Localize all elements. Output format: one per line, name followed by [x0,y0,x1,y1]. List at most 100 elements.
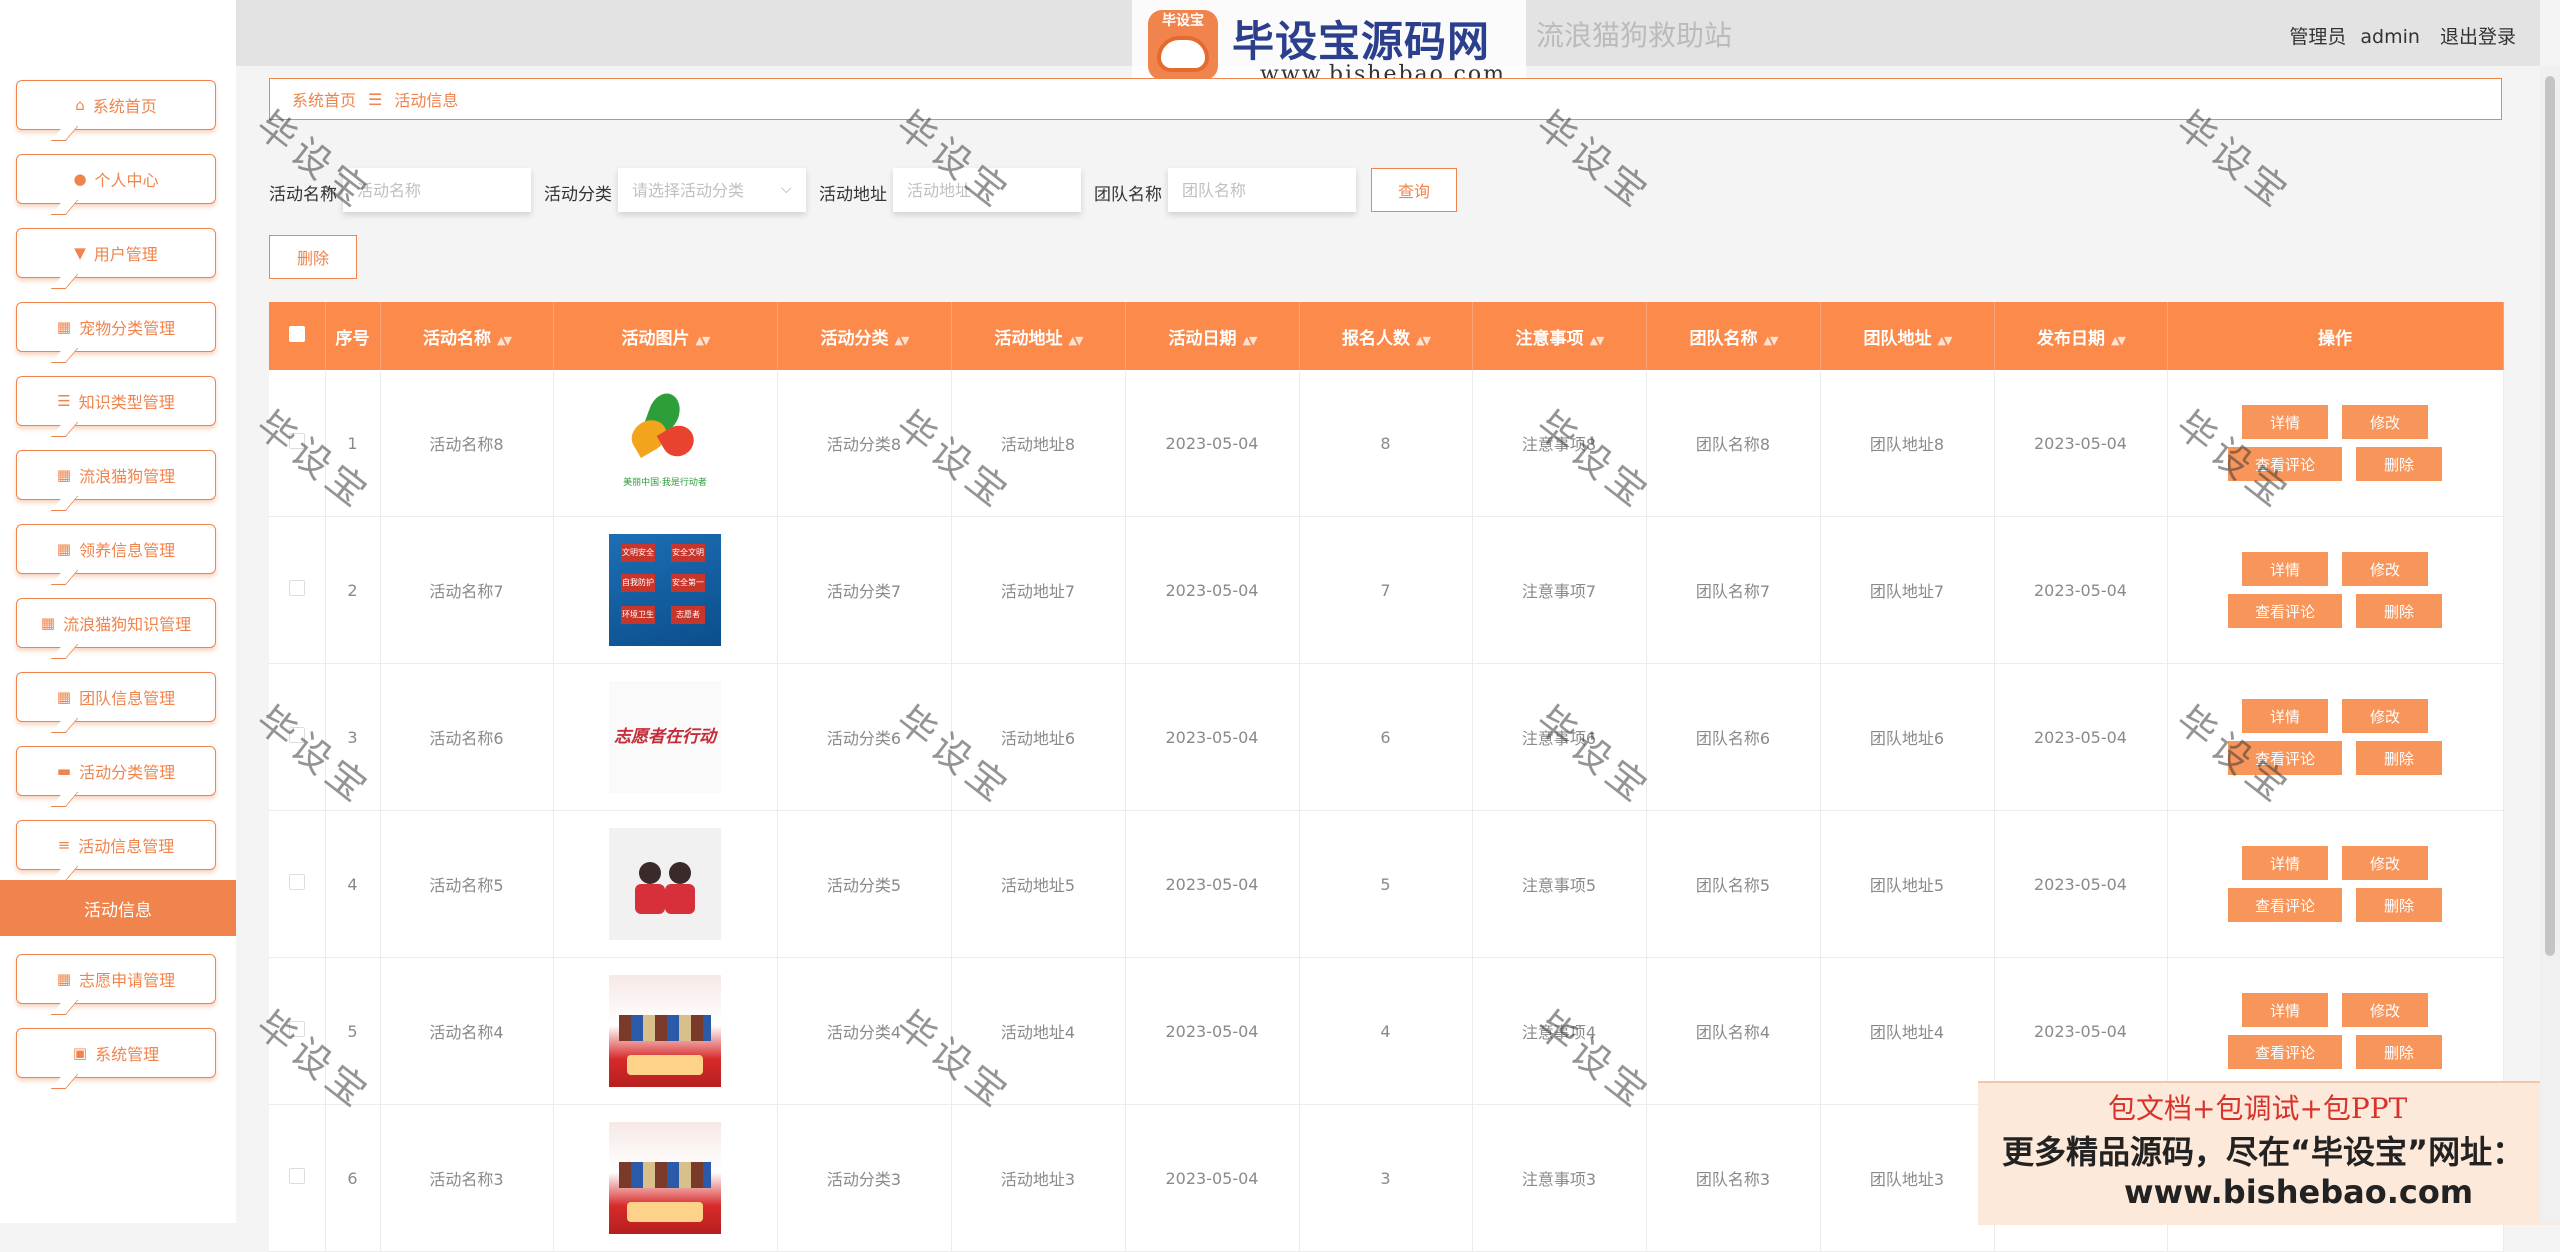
column-header-2[interactable]: 活动图片 ▲▼ [553,302,778,370]
sidebar-item-2[interactable]: ▼ 用户管理 [16,228,216,278]
sidebar-item-9[interactable]: ▬ 活动分类管理 [16,746,216,796]
delete-button[interactable]: 删除 [2356,741,2442,775]
sidebar-item-label: 系统管理 [95,1045,160,1064]
delete-button[interactable]: 删除 [2356,594,2442,628]
delete-button[interactable]: 删除 [2356,888,2442,922]
comments-button[interactable]: 查看评论 [2228,447,2342,481]
logout-link[interactable]: 退出登录 [2440,26,2516,48]
query-button[interactable]: 查询 [1371,168,1457,212]
sort-caret-icon[interactable]: ▲▼ [1243,334,1258,347]
cell-category: 活动分类4 [777,957,952,1105]
column-header-3[interactable]: 活动分类 ▲▼ [777,302,952,370]
row-checkbox[interactable] [288,727,305,743]
logo-badge-icon: 毕设宝 [1148,10,1218,80]
edit-button[interactable]: 修改 [2342,699,2428,733]
sidebar-item-11[interactable]: ▦ 志愿申请管理 [16,954,216,1004]
sort-caret-icon[interactable]: ▲▼ [1590,334,1605,347]
activity-category-select[interactable] [618,168,806,212]
delete-button[interactable]: 删除 [2356,447,2442,481]
cell-image [553,957,778,1105]
sidebar-item-3[interactable]: ▦ 宠物分类管理 [16,302,216,352]
row-checkbox[interactable] [288,433,305,449]
cell-name: 活动名称4 [380,957,554,1105]
comments-button[interactable]: 查看评论 [2228,1035,2342,1069]
sort-caret-icon[interactable]: ▲▼ [497,334,512,347]
cell-count: 6 [1299,663,1473,811]
sidebar-item-10[interactable]: ≡ 活动信息管理 [16,820,216,870]
column-header-6[interactable]: 报名人数 ▲▼ [1299,302,1473,370]
sort-caret-icon[interactable]: ▲▼ [2111,334,2126,347]
edit-button[interactable]: 修改 [2342,552,2428,586]
row-checkbox[interactable] [288,580,305,596]
sort-caret-icon[interactable]: ▲▼ [1938,334,1953,347]
scrollbar-thumb[interactable] [2545,76,2555,956]
column-header-5[interactable]: 活动日期 ▲▼ [1125,302,1300,370]
sidebar-item-1[interactable]: ● 个人中心 [16,154,216,204]
column-header-7[interactable]: 注意事项 ▲▼ [1472,302,1647,370]
row-checkbox[interactable] [288,1021,305,1037]
activity-name-input[interactable] [343,168,531,212]
sidebar-item-label: 团队信息管理 [79,689,176,708]
sort-caret-icon[interactable]: ▲▼ [696,334,711,347]
page-scrollbar[interactable] [2540,66,2560,1223]
detail-button[interactable]: 详情 [2242,552,2328,586]
cell-notes: 注意事项6 [1472,663,1647,811]
column-header-1[interactable]: 活动名称 ▲▼ [380,302,554,370]
sidebar-item-5[interactable]: ▦ 流浪猫狗管理 [16,450,216,500]
row-checkbox[interactable] [288,874,305,890]
cell-date: 2023-05-04 [1125,957,1300,1105]
column-header-10[interactable]: 发布日期 ▲▼ [1994,302,2168,370]
sort-caret-icon[interactable]: ▲▼ [895,334,910,347]
monitor-icon: ▬ [56,762,72,780]
column-header-11: 操作 [2167,302,2504,370]
cell-no: 3 [325,663,381,811]
sidebar-item-6[interactable]: ▦ 领养信息管理 [16,524,216,574]
activity-address-input[interactable] [893,168,1081,212]
row-actions: 详情修改查看评论删除 [2210,552,2460,628]
sidebar-item-0[interactable]: ⌂ 系统首页 [16,80,216,130]
column-header-9[interactable]: 团队地址 ▲▼ [1820,302,1995,370]
edit-button[interactable]: 修改 [2342,405,2428,439]
cell-address: 活动地址5 [951,810,1126,958]
header-select-all [269,302,326,370]
detail-button[interactable]: 详情 [2242,993,2328,1027]
sidebar-item-12[interactable]: ▣ 系统管理 [16,1028,216,1078]
activity-address-label: 活动地址 [819,185,887,205]
sort-caret-icon[interactable]: ▲▼ [1069,334,1084,347]
cell-team: 团队名称5 [1646,810,1821,958]
team-name-input[interactable] [1168,168,1356,212]
user-icon: ● [73,170,87,188]
row-select-cell [269,370,326,517]
sidebar-item-label: 活动信息管理 [78,837,175,856]
column-header-4[interactable]: 活动地址 ▲▼ [951,302,1126,370]
cell-name: 活动名称7 [380,516,554,664]
table-header-row: 序号 活动名称 ▲▼ 活动图片 ▲▼ 活动分类 ▲▼ 活动地址 ▲▼ 活动日期 ▲▼ 报名人数 ▲▼ 注意… [269,302,2504,370]
sidebar-item-4[interactable]: ☰ 知识类型管理 [16,376,216,426]
detail-button[interactable]: 详情 [2242,405,2328,439]
row-checkbox[interactable] [288,1168,305,1184]
sort-caret-icon[interactable]: ▲▼ [1764,334,1779,347]
detail-button[interactable]: 详情 [2242,846,2328,880]
comments-button[interactable]: 查看评论 [2228,741,2342,775]
edit-button[interactable]: 修改 [2342,846,2428,880]
cell-name: 活动名称8 [380,370,554,517]
select-all-checkbox[interactable] [288,325,305,342]
comments-button[interactable]: 查看评论 [2228,594,2342,628]
delete-button[interactable]: 删除 [2356,1035,2442,1069]
row-select-cell [269,663,326,811]
batch-delete-button[interactable]: 删除 [269,235,357,279]
sidebar-item-7[interactable]: ▦ 流浪猫狗知识管理 [16,598,216,648]
cell-publish: 2023-05-04 [1994,663,2168,811]
sidebar-item-8[interactable]: ▦ 团队信息管理 [16,672,216,722]
detail-button[interactable]: 详情 [2242,699,2328,733]
cell-address: 活动地址8 [951,370,1126,517]
sort-caret-icon[interactable]: ▲▼ [1416,334,1431,347]
sidebar-subitem-active[interactable]: 活动信息 [0,880,236,936]
comments-button[interactable]: 查看评论 [2228,888,2342,922]
column-header-label: 发布日期 [2037,328,2106,349]
edit-button[interactable]: 修改 [2342,993,2428,1027]
cell-category: 活动分类5 [777,810,952,958]
activity-image-poster: 文明安全 安全文明 自我防护 安全第一 环境卫生 志愿者 [609,534,721,646]
column-header-8[interactable]: 团队名称 ▲▼ [1646,302,1821,370]
breadcrumb-home[interactable]: 系统首页 [292,87,356,111]
